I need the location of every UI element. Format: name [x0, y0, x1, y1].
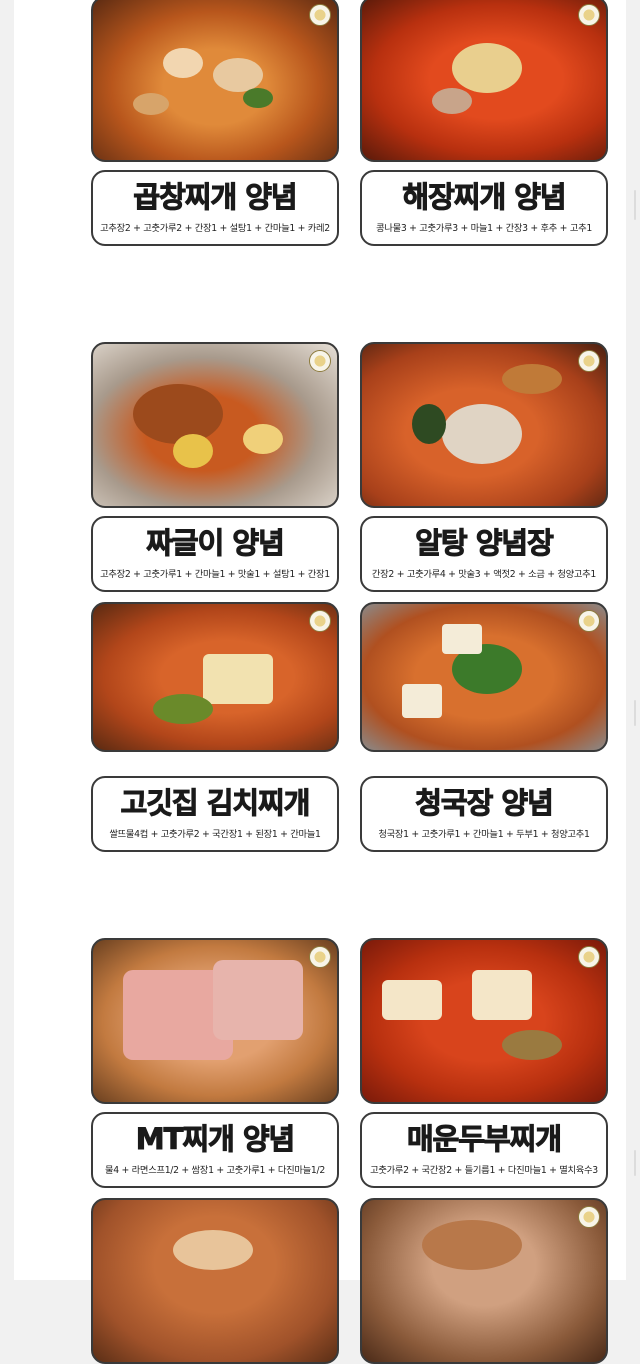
mt-stew-photo: [91, 938, 339, 1104]
recipe-ingredients: 고추장2 + 고춧가루1 + 간마늘1 + 맛술1 + 설탕1 + 간장1: [100, 569, 330, 580]
recipe-label: 짜글이 양념 고추장2 + 고춧가루1 + 간마늘1 + 맛술1 + 설탕1 +…: [91, 516, 339, 592]
kimchi-stew-photo: [91, 602, 339, 752]
recipe-label: 알탕 양념장 간장2 + 고춧가루4 + 맛술3 + 액젓2 + 소금 + 청양…: [360, 516, 608, 592]
edge-divider: [634, 190, 636, 220]
logo-badge-icon: [578, 610, 600, 632]
logo-badge-icon: [309, 610, 331, 632]
recipe-label: 곱창찌개 양념 고추장2 + 고춧가루2 + 간장1 + 설탕1 + 간마늘1 …: [91, 170, 339, 246]
recipe-title: MT찌개 양념: [135, 1122, 295, 1157]
recipe-title: 청국장 양념: [415, 786, 555, 821]
gopchang-stew-photo: [91, 0, 339, 162]
recipe-ingredients: 쌀뜨물4컵 + 고춧가루2 + 국간장1 + 된장1 + 간마늘1: [109, 829, 321, 840]
recipe-title: 해장찌개 양념: [402, 180, 567, 215]
logo-badge-icon: [309, 4, 331, 26]
logo-badge-icon: [309, 946, 331, 968]
jjageuri-photo: [91, 342, 339, 508]
recipe-ingredients: 간장2 + 고춧가루4 + 맛술3 + 액젓2 + 소금 + 청양고추1: [371, 569, 597, 580]
stew-photo-partial: [91, 1198, 339, 1364]
recipe-ingredients: 고춧가루2 + 국간장2 + 들기름1 + 다진마늘1 + 멸치육수3: [370, 1165, 598, 1176]
recipe-label: 해장찌개 양념 콩나물3 + 고춧가루3 + 마늘1 + 간장3 + 후추 + …: [360, 170, 608, 246]
recipe-title: 고깃집 김치찌개: [120, 786, 311, 821]
logo-badge-icon: [309, 350, 331, 372]
edge-divider: [634, 1150, 636, 1176]
recipe-ingredients: 콩나물3 + 고춧가루3 + 마늘1 + 간장3 + 후추 + 고추1: [376, 223, 592, 234]
altang-photo: [360, 342, 608, 508]
haejang-stew-photo: [360, 0, 608, 162]
recipe-page: 곱창찌개 양념 고추장2 + 고춧가루2 + 간장1 + 설탕1 + 간마늘1 …: [14, 0, 626, 1364]
recipe-label: 고깃집 김치찌개 쌀뜨물4컵 + 고춧가루2 + 국간장1 + 된장1 + 간마…: [91, 776, 339, 852]
logo-badge-icon: [578, 4, 600, 26]
recipe-ingredients: 청국장1 + 고춧가루1 + 간마늘1 + 두부1 + 청양고추1: [378, 829, 590, 840]
recipe-title: 매운두부찌개: [406, 1122, 562, 1157]
cheonggukjang-photo: [360, 602, 608, 752]
recipe-label: MT찌개 양념 물4 + 라면스프1/2 + 쌈장1 + 고춧가루1 + 다진마…: [91, 1112, 339, 1188]
recipe-label: 청국장 양념 청국장1 + 고춧가루1 + 간마늘1 + 두부1 + 청양고추1: [360, 776, 608, 852]
recipe-title: 짜글이 양념: [146, 526, 286, 561]
logo-badge-icon: [578, 350, 600, 372]
recipe-ingredients: 고추장2 + 고춧가루2 + 간장1 + 설탕1 + 간마늘1 + 카레2: [100, 223, 330, 234]
recipe-title: 곱창찌개 양념: [133, 180, 298, 215]
edge-divider: [634, 700, 636, 726]
recipe-label: 매운두부찌개 고춧가루2 + 국간장2 + 들기름1 + 다진마늘1 + 멸치육…: [360, 1112, 608, 1188]
recipe-title: 알탕 양념장: [415, 526, 555, 561]
stew-photo-partial: [360, 1198, 608, 1364]
logo-badge-icon: [578, 1206, 600, 1228]
spicy-tofu-stew-photo: [360, 938, 608, 1104]
recipe-ingredients: 물4 + 라면스프1/2 + 쌈장1 + 고춧가루1 + 다진마늘1/2: [105, 1165, 325, 1176]
logo-badge-icon: [578, 946, 600, 968]
